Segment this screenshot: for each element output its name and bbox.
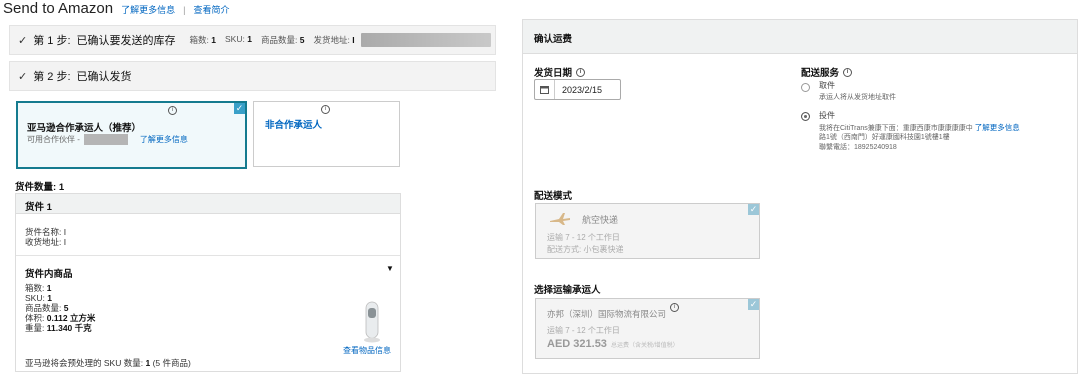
dropoff-learn-more-link[interactable]: 了解更多信息	[975, 123, 1020, 132]
air-express-name: 航空快递	[582, 215, 619, 225]
contents-title: 货件内商品	[25, 269, 73, 280]
ship-date-label-row: 发货日期 i	[534, 65, 586, 79]
check-icon: ✓	[18, 34, 28, 47]
pickup-radio[interactable]	[801, 83, 810, 92]
carrier-option-card[interactable]: ✓ 亦邦（深圳）国际物流有限公司 i 运输 7 - 12 个工作日 AED 32…	[535, 298, 760, 359]
air-express-card[interactable]: ✓ 航空快递 运输 7 - 12 个工作日 配送方式: 小包裹快递	[535, 203, 760, 259]
non-partnered-carrier-name: 非合作承运人	[265, 120, 323, 131]
info-icon[interactable]: i	[576, 67, 586, 77]
partnered-carrier-sub: 可用合作伙伴 - 了解更多信息	[27, 134, 188, 145]
page-title: Send to Amazon	[3, 0, 114, 17]
partner-learn-more-link[interactable]: 了解更多信息	[140, 134, 188, 145]
product-thumbnail[interactable]	[361, 300, 383, 344]
contents-qty: 商品数量: 5	[25, 303, 69, 313]
partner-label: 可用合作伙伴 -	[27, 135, 80, 144]
sku-summary: 亚马逊将会预处理的 SKU 数量: 1 (5 件商品)	[25, 358, 191, 368]
carrier-name: 亦邦（深圳）国际物流有限公司	[547, 309, 667, 319]
non-partnered-carrier-card[interactable]: i 非合作承运人	[253, 101, 400, 167]
select-carrier-label: 选择运输承运人	[534, 285, 601, 296]
step-1-bar[interactable]: ✓ 第 1 步: 已确认要发送的库存 箱数: 1 SKU: 1 商品数量: 5 …	[9, 25, 496, 55]
shipment-panel: 货件 1 货件名称: I 收货地址: I 货件内商品 ▼ 箱数: 1 SKU: …	[15, 193, 401, 372]
air-method: 配送方式: 小包裹快递	[547, 245, 624, 254]
info-icon[interactable]: i	[670, 303, 680, 312]
delivery-service-label-row: 配送服务 i	[801, 65, 853, 79]
info-icon[interactable]: i	[843, 67, 853, 77]
step-1-meta: 箱数: 1 SKU: 1 商品数量: 5 发货地址: I	[189, 34, 355, 45]
step-1-label: 第 1 步:	[33, 35, 71, 47]
overview-link[interactable]: 查看简介	[193, 3, 229, 16]
redacted-partner	[83, 134, 128, 145]
check-icon: ✓	[748, 204, 759, 215]
partnered-carrier-card[interactable]: i ✓ 亚马逊合作承运人（推荐） 可用合作伙伴 - 了解更多信息	[16, 101, 247, 169]
check-icon: ✓	[748, 299, 759, 310]
dropoff-label: 投件	[819, 111, 835, 120]
page-header: Send to Amazon 了解更多信息 | 查看简介	[3, 0, 229, 18]
learn-more-link[interactable]: 了解更多信息	[121, 3, 175, 16]
info-icon[interactable]: i	[168, 106, 177, 115]
view-items-link[interactable]: 查看物品信息	[343, 345, 391, 356]
shipment-name-row: 货件名称: I	[25, 227, 67, 237]
calendar-icon[interactable]	[535, 80, 555, 99]
shipment-title: 货件 1	[16, 194, 400, 214]
pickup-label: 取件	[819, 81, 835, 90]
check-icon: ✓	[18, 70, 28, 83]
shipment-ship-to-row: 收货地址: I	[25, 237, 67, 247]
pickup-desc: 承运人将从发货地址取件	[819, 94, 896, 101]
partnered-carrier-name: 亚马逊合作承运人（推荐）	[27, 123, 142, 134]
info-icon[interactable]: i	[321, 105, 330, 114]
air-transit: 运输 7 - 12 个工作日	[547, 233, 620, 242]
carrier-transit: 运输 7 - 12 个工作日	[547, 326, 620, 335]
ship-date-input[interactable]: 2023/2/15	[534, 79, 621, 100]
contents-weight: 重量: 11.340 千克	[25, 323, 92, 333]
redacted-address	[360, 33, 491, 47]
confirm-title: 确认运费	[523, 20, 1077, 54]
confirm-charges-panel: 确认运费 发货日期 i 2023/2/15 配送服务 i 取件 承运人将从发货地…	[522, 19, 1078, 374]
contents-volume: 体积: 0.112 立方米	[25, 313, 96, 323]
step-2-bar[interactable]: ✓ 第 2 步: 已确认发货	[9, 61, 496, 91]
ship-date-value: 2023/2/15	[562, 84, 603, 95]
check-icon: ✓	[234, 103, 245, 114]
ship-date-label: 发货日期	[534, 68, 573, 79]
dropoff-phone: 聯繫電話：18925240918	[819, 144, 897, 151]
plane-icon	[550, 213, 570, 225]
delivery-mode-label: 配送模式	[534, 191, 573, 202]
carrier-name-row: 亦邦（深圳）国际物流有限公司 i	[547, 303, 680, 320]
dropoff-desc-line2: 路1號（西南門）好運康國科技園1號樓1樓	[819, 134, 950, 141]
dropoff-radio[interactable]	[801, 112, 810, 121]
carrier-price: AED 321.53	[547, 338, 607, 350]
caret-down-icon[interactable]: ▼	[386, 264, 394, 273]
contents-boxes: 箱数: 1	[25, 283, 52, 293]
step-2-label: 第 2 步:	[33, 71, 71, 83]
carrier-price-row: AED 321.53 总运费（含关税/增值税）	[547, 338, 679, 350]
contents-sku: SKU: 1	[25, 293, 52, 303]
step-1-title: 已确认要发送的库存	[76, 35, 176, 47]
step-2-title: 已确认发货	[76, 71, 132, 83]
shipment-count: 货件数量: 1	[15, 182, 65, 193]
header-separator: |	[183, 5, 186, 15]
carrier-price-note: 总运费（含关税/增值税）	[610, 343, 679, 349]
delivery-service-label: 配送服务	[801, 68, 840, 79]
